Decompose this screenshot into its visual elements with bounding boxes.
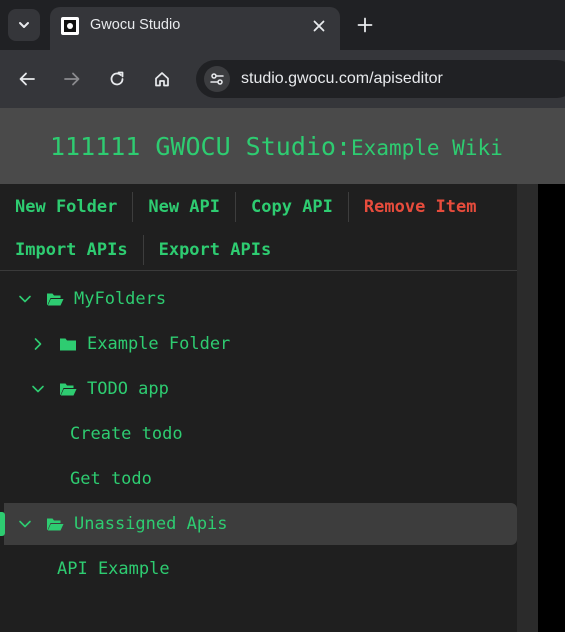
folder-open-icon <box>46 291 64 307</box>
folder-icon <box>59 336 77 352</box>
sidebar: New Folder New API Copy API Remove Item … <box>0 184 517 632</box>
chevron-down-icon[interactable] <box>17 291 33 307</box>
chevron-down-icon[interactable] <box>17 516 33 532</box>
tree-label: MyFolders <box>74 289 167 309</box>
plus-icon <box>357 17 373 33</box>
new-tab-button[interactable] <box>352 12 378 38</box>
tree-label: Example Folder <box>87 334 231 354</box>
copy-api-button[interactable]: Copy API <box>235 191 348 222</box>
favicon-icon <box>61 17 79 35</box>
tree-leaf-api[interactable]: Get todo <box>70 457 152 501</box>
reload-icon <box>110 71 124 86</box>
export-apis-button[interactable]: Export APIs <box>142 234 287 265</box>
new-folder-button[interactable]: New Folder <box>0 192 132 222</box>
tab-search-button[interactable] <box>8 9 40 41</box>
back-button[interactable] <box>12 64 42 94</box>
tune-icon <box>210 73 224 85</box>
tree-label: Create todo <box>70 424 183 444</box>
tree-label: TODO app <box>87 379 169 399</box>
tree-node-todo-app[interactable]: TODO app <box>30 367 169 411</box>
folder-open-icon <box>59 381 77 397</box>
arrow-right-icon <box>64 72 80 86</box>
tree-leaf-api[interactable]: Create todo <box>70 412 183 456</box>
reload-button[interactable] <box>102 64 132 94</box>
home-button[interactable] <box>147 64 177 94</box>
new-api-button[interactable]: New API <box>132 191 235 222</box>
browser-tab-strip: Gwocu Studio <box>0 0 565 50</box>
sidebar-scrollbar[interactable] <box>517 184 538 632</box>
tree-label: Get todo <box>70 469 152 489</box>
action-menu-row-2: Import APIs Export APIs <box>0 228 286 271</box>
selection-indicator <box>0 512 5 536</box>
remove-item-button[interactable]: Remove Item <box>347 191 492 222</box>
close-tab-button[interactable] <box>308 15 330 37</box>
arrow-left-icon <box>19 72 35 86</box>
tree-node-myfolders[interactable]: MyFolders <box>17 277 166 321</box>
tree-node-unassigned-apis[interactable]: Unassigned Apis <box>17 502 228 546</box>
forward-button[interactable] <box>57 64 87 94</box>
browser-tab-active[interactable]: Gwocu Studio <box>50 7 340 50</box>
tree-node-example-folder[interactable]: Example Folder <box>30 322 230 366</box>
studio-title: 111111 GWOCU Studio: <box>50 132 352 161</box>
chevron-down-icon[interactable] <box>30 381 46 397</box>
home-icon <box>155 72 169 87</box>
url-text: studio.gwocu.com/apiseditor <box>241 70 443 87</box>
action-menu-row-1: New Folder New API Copy API Remove Item <box>0 185 492 228</box>
address-bar[interactable]: studio.gwocu.com/apiseditor <box>196 60 565 98</box>
folder-open-icon <box>46 516 64 532</box>
browser-toolbar: studio.gwocu.com/apiseditor <box>0 50 565 108</box>
tree-label: Unassigned Apis <box>74 514 228 534</box>
close-icon <box>313 20 325 32</box>
tree-leaf-api[interactable]: API Example <box>57 547 170 591</box>
page-title: 111111 GWOCU Studio:Example Wiki <box>50 132 503 161</box>
site-info-button[interactable] <box>204 66 230 92</box>
tab-title: Gwocu Studio <box>90 17 181 33</box>
editor-pane <box>538 184 565 632</box>
menu-divider <box>0 270 517 271</box>
chevron-down-icon <box>19 22 29 28</box>
tree-label: API Example <box>57 559 170 579</box>
import-apis-button[interactable]: Import APIs <box>0 235 143 265</box>
wiki-name: Example Wiki <box>351 136 503 160</box>
chevron-right-icon[interactable] <box>30 336 46 352</box>
app-header: 111111 GWOCU Studio:Example Wiki <box>0 108 565 184</box>
